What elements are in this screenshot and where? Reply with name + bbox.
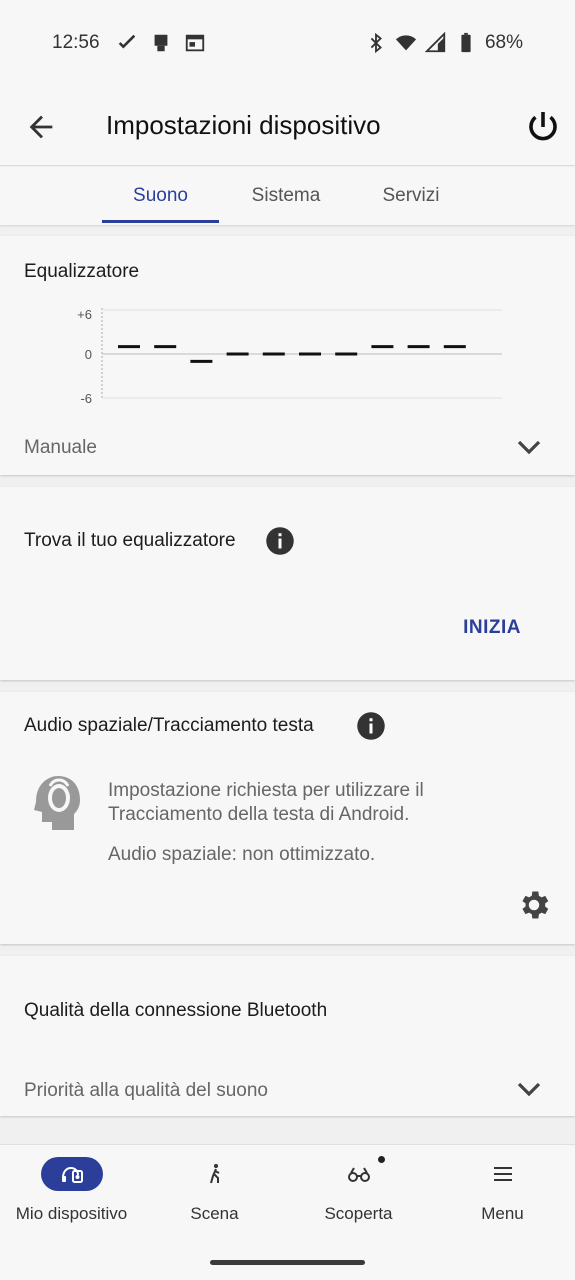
nav-label-scoperta: Scoperta: [324, 1204, 393, 1223]
tab-indicator: [102, 220, 219, 223]
info-icon[interactable]: [265, 526, 295, 556]
phone-icon: [154, 34, 168, 52]
nav-label-menu: Menu: [481, 1204, 524, 1223]
calendar-icon: [185, 34, 205, 52]
gesture-handle[interactable]: [210, 1260, 365, 1265]
head-tracking-icon: [34, 776, 80, 830]
find-equalizer-title: Trova il tuo equalizzatore: [24, 530, 236, 551]
bluetooth-quality-card: Qualità della connessione Bluetooth Prio…: [0, 956, 575, 1116]
wifi-icon: [395, 35, 417, 51]
check-icon: [118, 34, 136, 49]
tab-suono[interactable]: Suono: [102, 185, 219, 207]
chevron-down-icon[interactable]: [514, 1074, 544, 1104]
start-button[interactable]: INIZIA: [463, 617, 521, 639]
find-equalizer-card: Trova il tuo equalizzatore INIZIA: [0, 487, 575, 680]
nav-label-scena: Scena: [190, 1204, 239, 1223]
nav-menu[interactable]: Menu: [431, 1145, 574, 1255]
eq-label-minus6: -6: [80, 391, 92, 406]
walk-icon: [184, 1157, 246, 1191]
eq-label-zero: 0: [85, 347, 92, 362]
menu-icon: [472, 1157, 534, 1191]
notification-dot: [378, 1156, 385, 1163]
tab-servizi[interactable]: Servizi: [353, 185, 469, 207]
status-time: 12:56: [52, 32, 100, 53]
spatial-audio-description: Impostazione richiesta per utilizzare il…: [108, 780, 424, 825]
bluetooth-quality-value[interactable]: Priorità alla qualità del suono: [24, 1080, 268, 1102]
chevron-down-icon[interactable]: [514, 432, 544, 462]
tab-sistema[interactable]: Sistema: [228, 185, 344, 207]
device-icon: [40, 1157, 103, 1191]
equalizer-graph[interactable]: +6 0 -6: [70, 302, 510, 406]
nav-scena[interactable]: Scena: [143, 1145, 286, 1255]
nav-label-mio-dispositivo: Mio dispositivo: [15, 1204, 128, 1223]
arrow-back-icon[interactable]: [24, 110, 58, 144]
status-bar: 12:56 68%: [0, 0, 575, 88]
spatial-audio-status: Audio spaziale: non ottimizzato.: [108, 844, 376, 865]
battery-percent: 68%: [484, 32, 523, 53]
equalizer-preset[interactable]: Manuale: [24, 437, 97, 459]
nav-scoperta[interactable]: Scoperta: [287, 1145, 430, 1255]
info-icon[interactable]: [356, 711, 386, 741]
eq-label-plus6: +6: [77, 307, 92, 322]
power-icon[interactable]: [525, 109, 561, 145]
spatial-audio-title: Audio spaziale/Tracciamento testa: [24, 715, 314, 736]
app-bar: Impostazioni dispositivo: [0, 88, 575, 166]
bluetooth-quality-title: Qualità della connessione Bluetooth: [24, 1000, 328, 1021]
nav-mio-dispositivo[interactable]: Mio dispositivo: [0, 1145, 143, 1255]
page-title: Impostazioni dispositivo: [106, 110, 381, 140]
tab-bar: Suono Sistema Servizi: [0, 167, 575, 225]
equalizer-title: Equalizzatore: [24, 261, 140, 282]
spatial-audio-card: Audio spaziale/Tracciamento testa Impost…: [0, 692, 575, 944]
gear-icon[interactable]: [516, 887, 552, 923]
signal-icon: [424, 32, 446, 53]
bluetooth-icon: [370, 32, 382, 54]
battery-icon: [461, 32, 471, 53]
equalizer-card: Equalizzatore +6 0 -6 Manuale: [0, 236, 575, 475]
